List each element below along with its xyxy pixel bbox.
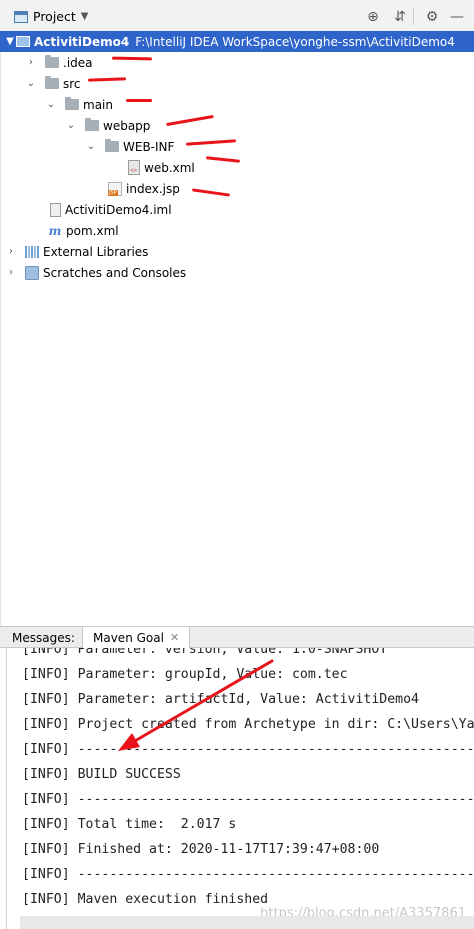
messages-label: Messages: bbox=[12, 631, 75, 645]
console-line: [INFO] ---------------------------------… bbox=[22, 867, 474, 882]
library-icon bbox=[25, 245, 39, 258]
project-title: Project bbox=[33, 9, 76, 24]
tree-item-path: F:\IntelliJ IDEA WorkSpace\yonghe-ssm\Ac… bbox=[135, 34, 455, 49]
annotation-underline bbox=[166, 114, 214, 127]
chevron-down-icon: ▼ bbox=[80, 11, 89, 22]
tree-item-label: main bbox=[83, 97, 113, 112]
console-line: [INFO] ---------------------------------… bbox=[22, 792, 474, 807]
chevron-right-icon[interactable]: › bbox=[5, 241, 17, 262]
chevron-down-icon[interactable]: ⌄ bbox=[25, 73, 37, 94]
tree-item-label: webapp bbox=[103, 118, 151, 133]
chevron-down-icon[interactable]: ⌄ bbox=[45, 94, 57, 115]
tree-item-webapp[interactable]: ⌄ webapp bbox=[0, 115, 150, 136]
console-line: [INFO] BUILD SUCCESS bbox=[22, 767, 181, 782]
tree-item-label: ActivitiDemo4.iml bbox=[65, 202, 172, 217]
hide-icon[interactable]: — bbox=[448, 8, 466, 26]
annotation-underline bbox=[191, 188, 231, 197]
tree-item-iml[interactable]: ActivitiDemo4.iml bbox=[0, 199, 172, 220]
tree-item-webinf[interactable]: ⌄ WEB-INF bbox=[0, 136, 174, 157]
jsp-file-icon bbox=[108, 181, 122, 196]
tree-item-label: ActivitiDemo4 bbox=[34, 34, 130, 49]
chevron-down-icon[interactable]: ⌄ bbox=[65, 115, 77, 136]
tree-item-webxml[interactable]: web.xml bbox=[0, 157, 195, 178]
scratches-icon bbox=[25, 265, 39, 280]
annotation-underline bbox=[111, 56, 153, 61]
messages-tab-bar: Messages: Maven Goal ✕ bbox=[0, 626, 474, 648]
xml-file-icon bbox=[128, 160, 140, 175]
console-line: [INFO] Total time: 2.017 s bbox=[22, 817, 237, 832]
chevron-down-icon[interactable]: ▼ bbox=[4, 31, 16, 52]
maven-file-icon: m bbox=[48, 223, 62, 238]
tree-item-scratches[interactable]: › Scratches and Consoles bbox=[0, 262, 186, 283]
tree-item-label: Scratches and Consoles bbox=[43, 265, 187, 280]
tree-item-label: External Libraries bbox=[43, 244, 149, 259]
tree-item-pom[interactable]: m pom.xml bbox=[0, 220, 119, 241]
console-line: [INFO] Maven execution finished bbox=[22, 892, 269, 907]
iml-file-icon bbox=[50, 202, 61, 217]
folder-icon bbox=[45, 55, 59, 68]
gear-icon[interactable]: ⚙ bbox=[423, 8, 441, 26]
tree-item-label: web.xml bbox=[144, 160, 195, 175]
tree-item-indexjsp[interactable]: index.jsp bbox=[0, 178, 180, 199]
locate-icon[interactable]: ⊕ bbox=[364, 8, 382, 26]
project-toolbar: Project ▼ ⊕ ⇵ ⚙ — bbox=[0, 0, 474, 34]
tab-label: Maven Goal bbox=[93, 630, 164, 645]
tree-item-main[interactable]: ⌄ main bbox=[0, 94, 113, 115]
toolbar-separator bbox=[413, 9, 414, 25]
tab-maven-goal[interactable]: Maven Goal ✕ bbox=[82, 627, 191, 648]
chevron-down-icon[interactable]: ⌄ bbox=[85, 136, 97, 157]
tree-item-label: .idea bbox=[63, 55, 93, 70]
tree-item-idea[interactable]: › .idea bbox=[0, 52, 93, 73]
module-folder-icon bbox=[16, 36, 30, 47]
annotation-underline bbox=[185, 139, 237, 146]
close-icon[interactable]: ✕ bbox=[170, 631, 179, 644]
collapse-icon[interactable]: ⇵ bbox=[391, 8, 409, 26]
console-line: [INFO] Finished at: 2020-11-17T17:39:47+… bbox=[22, 842, 380, 857]
tree-item-root[interactable]: ▼ ActivitiDemo4 F:\IntelliJ IDEA WorkSpa… bbox=[0, 31, 474, 52]
chevron-right-icon[interactable]: › bbox=[5, 262, 17, 283]
tree-item-label: index.jsp bbox=[126, 181, 180, 196]
tree-item-external-libraries[interactable]: › External Libraries bbox=[0, 241, 148, 262]
folder-icon bbox=[85, 118, 99, 131]
folder-icon bbox=[105, 139, 119, 152]
tree-item-label: WEB-INF bbox=[123, 139, 175, 154]
annotation-arrow bbox=[118, 659, 274, 751]
folder-icon bbox=[65, 97, 79, 110]
annotation-underline bbox=[126, 99, 152, 102]
tree-item-label: pom.xml bbox=[66, 223, 119, 238]
annotation-underline bbox=[205, 156, 241, 163]
annotation-underline bbox=[87, 77, 127, 82]
chevron-right-icon[interactable]: › bbox=[25, 52, 37, 73]
project-window-icon bbox=[14, 10, 28, 23]
tree-item-label: src bbox=[63, 76, 81, 91]
tree-item-src[interactable]: ⌄ src bbox=[0, 73, 81, 94]
project-view-selector[interactable]: Project ▼ bbox=[14, 9, 88, 24]
horizontal-scrollbar[interactable] bbox=[20, 916, 474, 929]
folder-icon bbox=[45, 76, 59, 89]
